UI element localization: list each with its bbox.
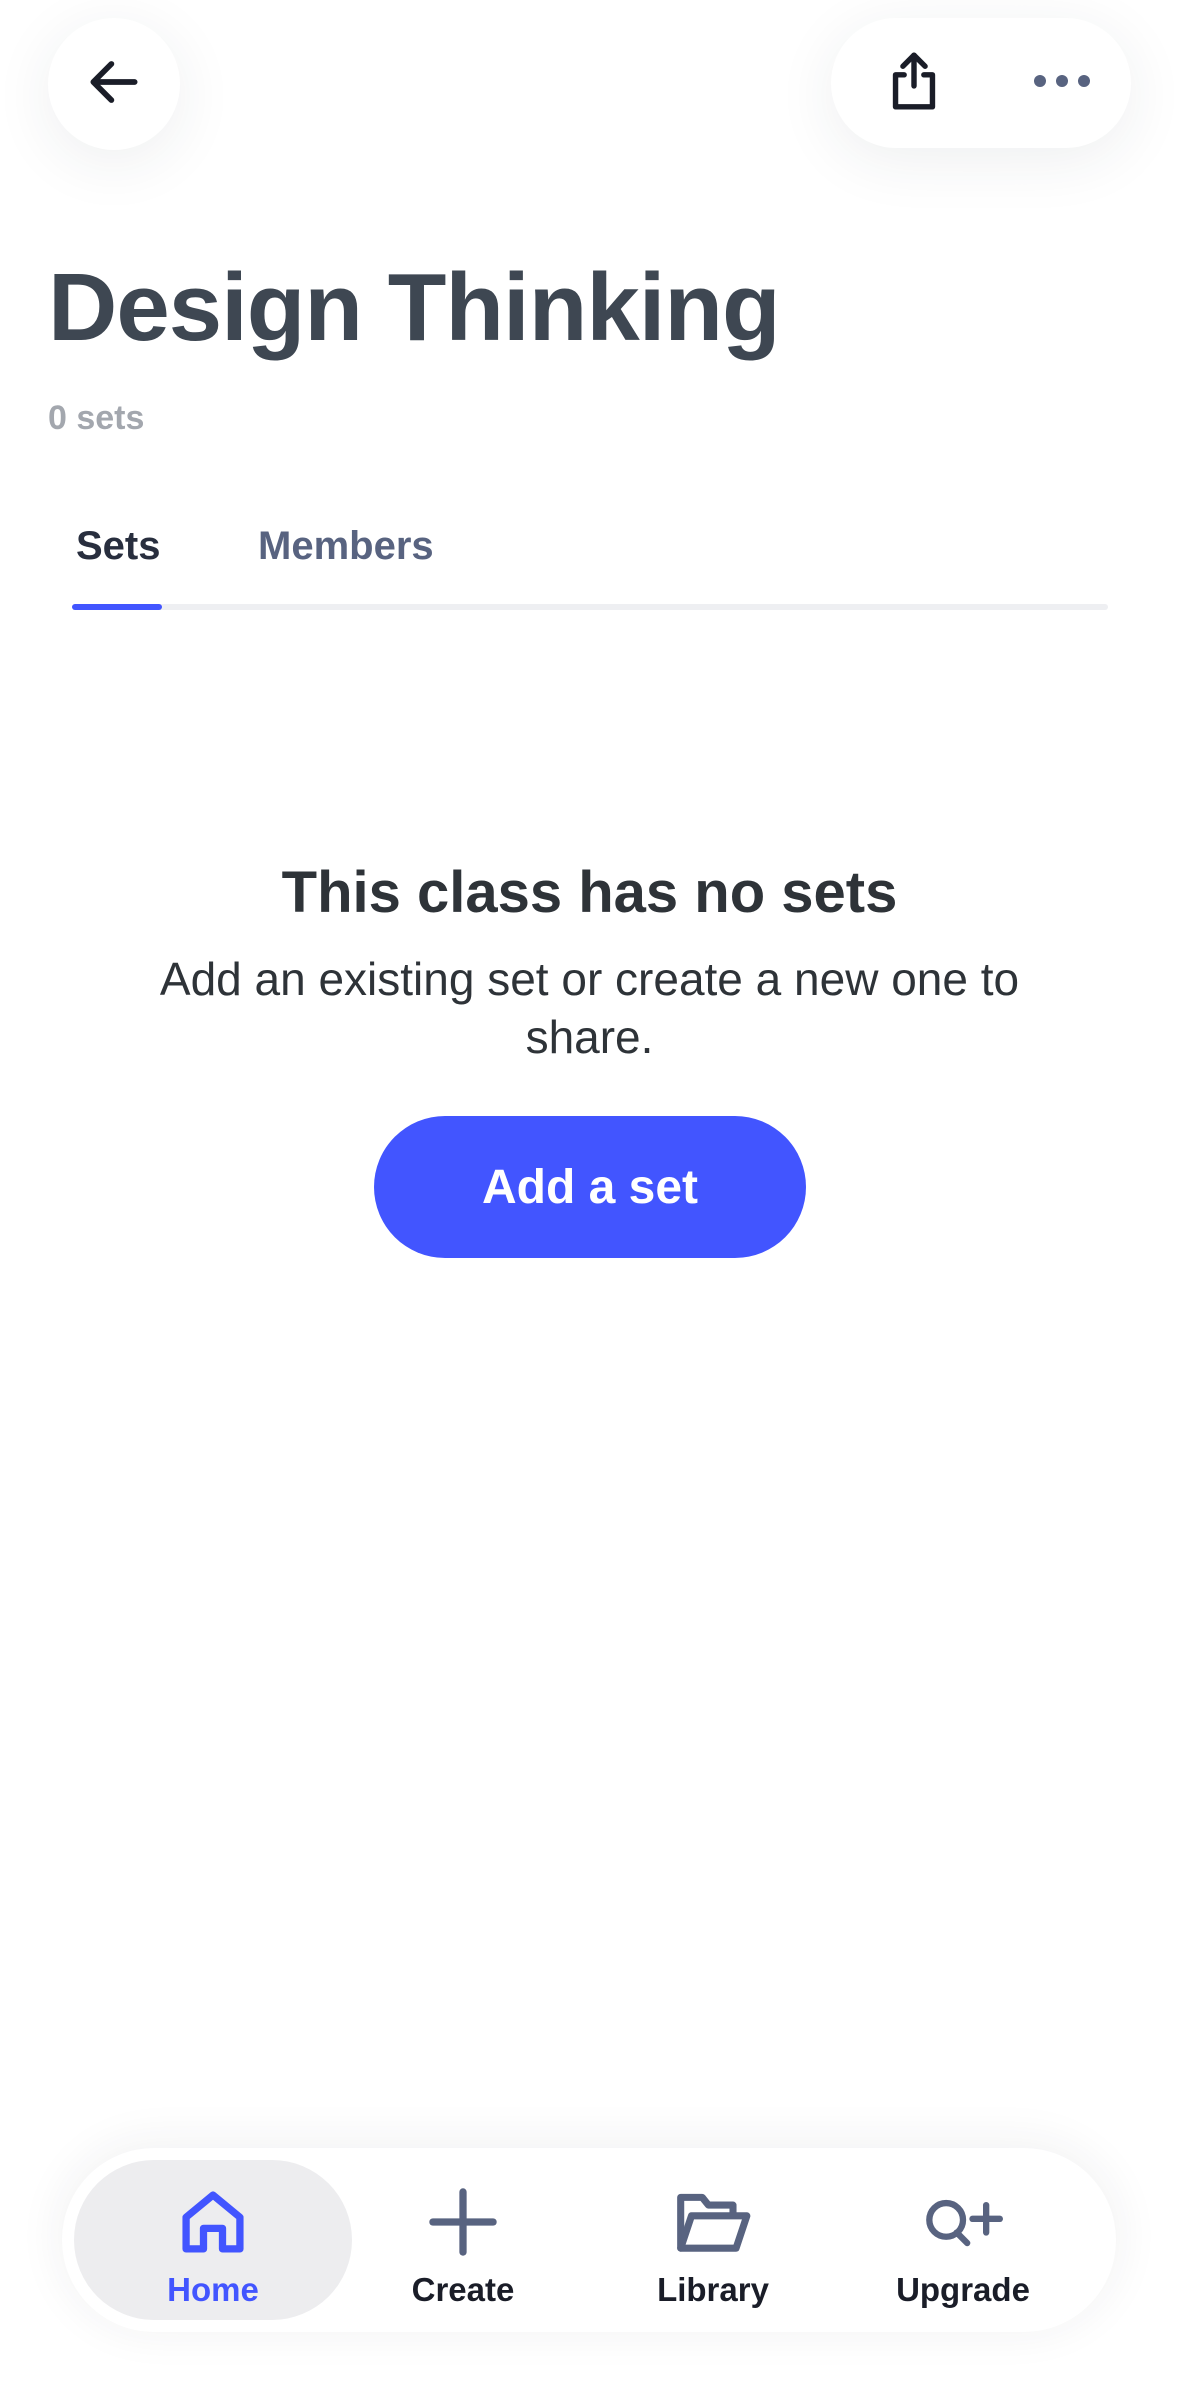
active-tab-indicator	[72, 604, 162, 610]
empty-state-description: Add an existing set or create a new one …	[159, 953, 1020, 1063]
home-icon	[173, 2182, 253, 2262]
arrow-left-icon	[83, 51, 145, 118]
tab-sets[interactable]: Sets	[76, 518, 161, 574]
tab-bar: Sets Members	[72, 500, 1108, 610]
empty-state-title: This class has no sets	[281, 860, 898, 925]
nav-item-library[interactable]: Library	[574, 2160, 852, 2320]
plus-icon	[423, 2182, 503, 2262]
nav-item-create[interactable]: Create	[324, 2160, 602, 2320]
tab-members[interactable]: Members	[258, 518, 434, 574]
nav-item-upgrade[interactable]: Upgrade	[824, 2160, 1102, 2320]
quizlet-plus-icon	[923, 2182, 1003, 2262]
header-actions	[831, 18, 1131, 148]
nav-label-library: Library	[657, 2271, 769, 2308]
add-set-button[interactable]: Add a set	[374, 1116, 806, 1258]
tab-divider	[72, 604, 1108, 610]
set-count: 0 sets	[48, 399, 145, 437]
nav-label-create: Create	[411, 2271, 515, 2308]
folder-icon	[673, 2182, 753, 2262]
back-button[interactable]	[48, 18, 180, 150]
more-horizontal-icon	[1032, 73, 1092, 94]
page-title: Design Thinking	[48, 254, 781, 361]
share-button[interactable]	[871, 40, 957, 126]
more-button[interactable]	[1019, 40, 1105, 126]
share-icon	[884, 49, 944, 118]
nav-label-upgrade: Upgrade	[896, 2271, 1030, 2308]
nav-item-home[interactable]: Home	[74, 2160, 352, 2320]
class-screen: Design Thinking 0 sets Sets Members This…	[0, 0, 1179, 2396]
bottom-navigation: Home Create Library Upgrade	[62, 2148, 1116, 2332]
nav-label-home: Home	[167, 2271, 259, 2308]
